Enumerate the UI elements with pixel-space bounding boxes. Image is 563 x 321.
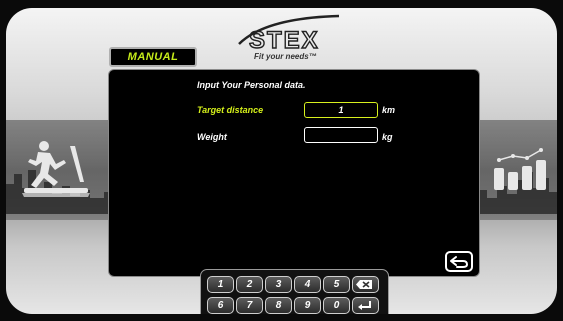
form-heading: Input Your Personal data. xyxy=(197,80,306,90)
input-panel: Input Your Personal data. Target distanc… xyxy=(108,69,480,277)
key-1[interactable]: 1 xyxy=(207,276,234,293)
treadmill-runner-icon xyxy=(22,141,90,197)
target-distance-unit: km xyxy=(382,105,396,115)
backspace-icon xyxy=(356,280,372,289)
key-4[interactable]: 4 xyxy=(294,276,321,293)
brand-tagline: Fit your needs™ xyxy=(254,52,317,61)
target-distance-field[interactable]: 1 xyxy=(304,102,378,118)
screen-frame: STEX Fit your needs™ MANUAL Input Your P… xyxy=(6,8,557,314)
svg-text:STEX: STEX xyxy=(249,27,320,54)
weight-field[interactable] xyxy=(304,127,378,143)
key-0[interactable]: 0 xyxy=(323,297,350,314)
enter-icon xyxy=(358,301,371,310)
back-button[interactable] xyxy=(445,251,473,272)
statistics-chart-icon xyxy=(494,148,546,190)
key-6[interactable]: 6 xyxy=(207,297,234,314)
key-5[interactable]: 5 xyxy=(323,276,350,293)
return-arrow-icon xyxy=(450,256,468,268)
tab-manual[interactable]: MANUAL xyxy=(109,47,197,67)
key-9[interactable]: 9 xyxy=(294,297,321,314)
numeric-keypad: 1 2 3 4 5 6 7 8 9 0 xyxy=(200,269,389,314)
key-3[interactable]: 3 xyxy=(265,276,292,293)
target-distance-label: Target distance xyxy=(197,105,264,115)
key-8[interactable]: 8 xyxy=(265,297,292,314)
weight-label: Weight xyxy=(197,132,227,142)
backspace-key[interactable] xyxy=(352,276,379,293)
enter-key[interactable] xyxy=(352,297,379,314)
key-7[interactable]: 7 xyxy=(236,297,263,314)
key-2[interactable]: 2 xyxy=(236,276,263,293)
weight-unit: kg xyxy=(382,132,393,142)
